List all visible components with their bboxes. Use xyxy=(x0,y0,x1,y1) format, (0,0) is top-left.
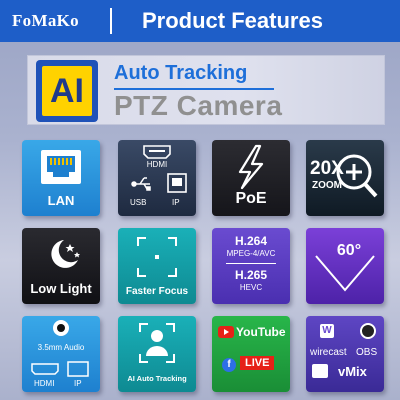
tile-codec: H.264 MPEG-4/AVC H.265 HEVC xyxy=(212,228,290,304)
ai-badge: AI xyxy=(36,60,98,122)
youtube-play-icon xyxy=(218,326,234,338)
zoom-value: 20X xyxy=(310,158,344,179)
tile-view-angle: 60° xyxy=(306,228,384,304)
tile-poe: PoE xyxy=(212,140,290,216)
codec-divider xyxy=(226,263,276,264)
youtube-label: YouTube xyxy=(236,325,286,339)
tile-streaming: YouTube f LIVE xyxy=(212,316,290,392)
live-badge: LIVE xyxy=(240,356,275,370)
tile-low-light-label: Low Light xyxy=(30,281,92,296)
page-title: Product Features xyxy=(142,8,323,33)
vmix-icon xyxy=(312,364,328,378)
hdmi-port-icon xyxy=(31,363,59,375)
usb-label: USB xyxy=(130,198,147,207)
codec-h265: H.265 xyxy=(234,268,268,282)
tile-lan: LAN xyxy=(22,140,100,216)
zoom-label: ZOOM xyxy=(312,180,342,191)
header-bar: FoMaKo Product Features xyxy=(0,0,400,42)
tile-focus: Faster Focus xyxy=(118,228,196,304)
header-divider xyxy=(110,8,112,34)
tile-io-ports: HDMI USB IP xyxy=(118,140,196,216)
tile-low-light: Low Light xyxy=(22,228,100,304)
tile-lan-label: LAN xyxy=(47,193,75,208)
ip-label: IP xyxy=(172,198,180,207)
angle-icon xyxy=(315,255,375,292)
codec-hevc: HEVC xyxy=(239,283,263,292)
tile-software: W wirecast OBS vMix xyxy=(306,316,384,392)
ai-tracking-label: AI Auto Tracking xyxy=(127,374,187,383)
usb-icon xyxy=(131,177,151,191)
banner-line-1: Auto Tracking xyxy=(114,62,248,84)
codec-h264: H.264 xyxy=(234,234,268,248)
tile-focus-label: Faster Focus xyxy=(125,286,189,297)
brand-logo: FoMaKo xyxy=(12,11,79,30)
tile-poe-label: PoE xyxy=(235,190,267,207)
wirecast-icon: W xyxy=(320,324,334,338)
tile-ai-tracking: AI Auto Tracking xyxy=(118,316,196,392)
wirecast-label: wirecast xyxy=(310,347,347,358)
audio-hdmi-label: HDMI xyxy=(34,379,55,388)
ip-port-icon xyxy=(67,361,89,377)
audio-label: 3.5mm Audio xyxy=(37,343,85,352)
hdmi-label: HDMI xyxy=(146,160,168,169)
audio-ip-label: IP xyxy=(74,379,82,388)
banner-line-2: PTZ Camera xyxy=(114,90,283,121)
angle-value: 60° xyxy=(336,242,362,259)
ai-badge-text: AI xyxy=(42,66,92,116)
obs-icon xyxy=(360,323,376,339)
codec-mpeg4: MPEG-4/AVC xyxy=(226,249,276,258)
facebook-icon: f xyxy=(222,358,236,372)
tile-audio: 3.5mm Audio HDMI IP xyxy=(22,316,100,392)
product-banner: AI Auto Tracking PTZ Camera xyxy=(27,55,385,125)
vmix-label: vMix xyxy=(338,364,367,379)
tile-zoom: 20X ZOOM xyxy=(306,140,384,216)
obs-label: OBS xyxy=(356,347,378,358)
